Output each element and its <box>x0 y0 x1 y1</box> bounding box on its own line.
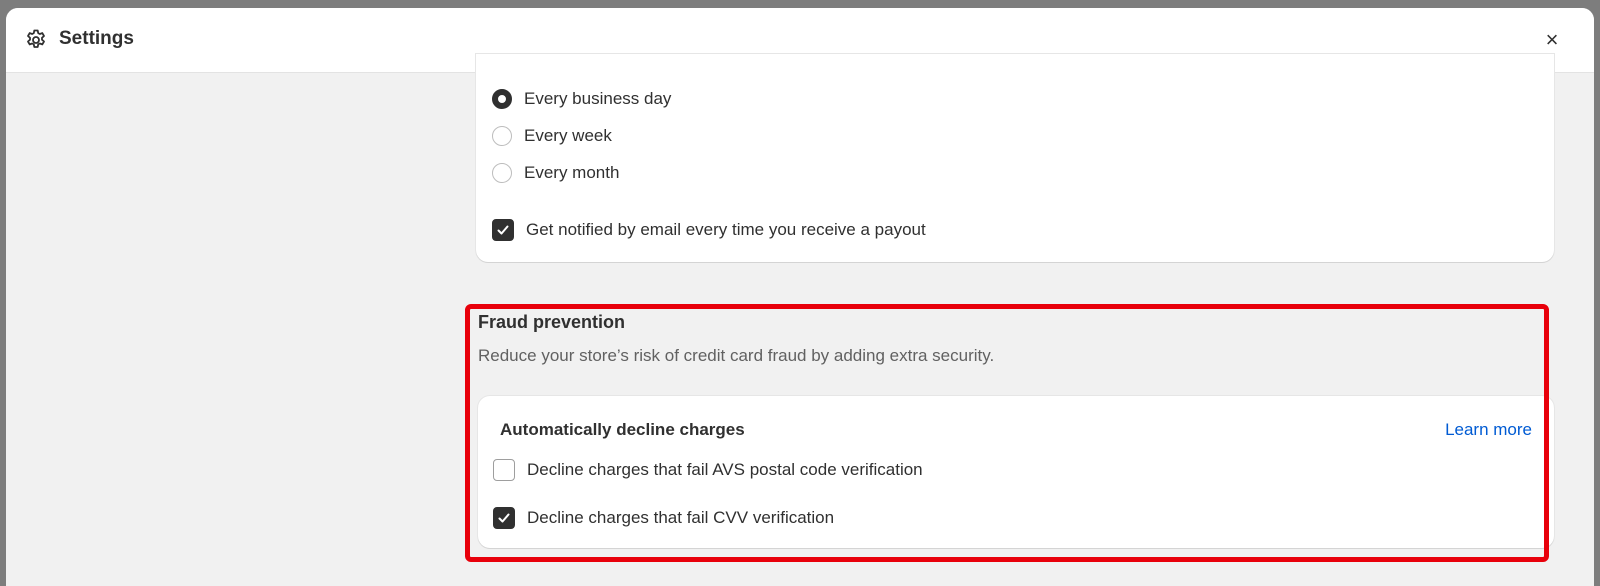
notify-email-checkbox-row[interactable]: Get notified by email every time you rec… <box>492 219 926 241</box>
cvv-checkbox-row[interactable]: Decline charges that fail CVV verificati… <box>493 507 834 529</box>
radio-button[interactable] <box>492 126 512 146</box>
radio-every-month[interactable]: Every month <box>492 163 619 183</box>
fraud-prevention-heading: Fraud prevention <box>478 312 626 332</box>
checkmark-icon <box>497 225 509 235</box>
radio-button[interactable] <box>492 163 512 183</box>
close-button[interactable]: × <box>1540 27 1564 52</box>
avs-checkbox[interactable] <box>493 459 515 481</box>
decline-charges-card: Automatically decline charges Learn more… <box>478 396 1554 548</box>
avs-checkbox-row[interactable]: Decline charges that fail AVS postal cod… <box>493 459 923 481</box>
learn-more-link[interactable]: Learn more <box>1445 420 1532 440</box>
fraud-prevention-description: Reduce your store’s risk of credit card … <box>478 346 995 365</box>
checkmark-icon <box>498 513 510 523</box>
avs-checkbox-label: Decline charges that fail AVS postal cod… <box>527 460 923 479</box>
decline-charges-title: Automatically decline charges <box>500 420 745 439</box>
window-title: Settings <box>59 28 134 49</box>
radio-button[interactable] <box>492 89 512 109</box>
payout-schedule-card: Every business day Every week Every mont… <box>476 54 1554 262</box>
radio-every-week[interactable]: Every week <box>492 126 612 146</box>
settings-window: Settings × Every business day Every week… <box>6 8 1594 586</box>
cvv-checkbox[interactable] <box>493 507 515 529</box>
radio-label: Every month <box>524 163 620 182</box>
gear-icon <box>24 28 48 52</box>
notify-email-label: Get notified by email every time you rec… <box>526 220 926 239</box>
radio-label: Every week <box>524 126 612 145</box>
radio-every-business-day[interactable]: Every business day <box>492 89 671 109</box>
cvv-checkbox-label: Decline charges that fail CVV verificati… <box>527 508 835 527</box>
radio-label: Every business day <box>524 89 672 108</box>
close-icon: × <box>1545 27 1559 52</box>
notify-email-checkbox[interactable] <box>492 219 514 241</box>
